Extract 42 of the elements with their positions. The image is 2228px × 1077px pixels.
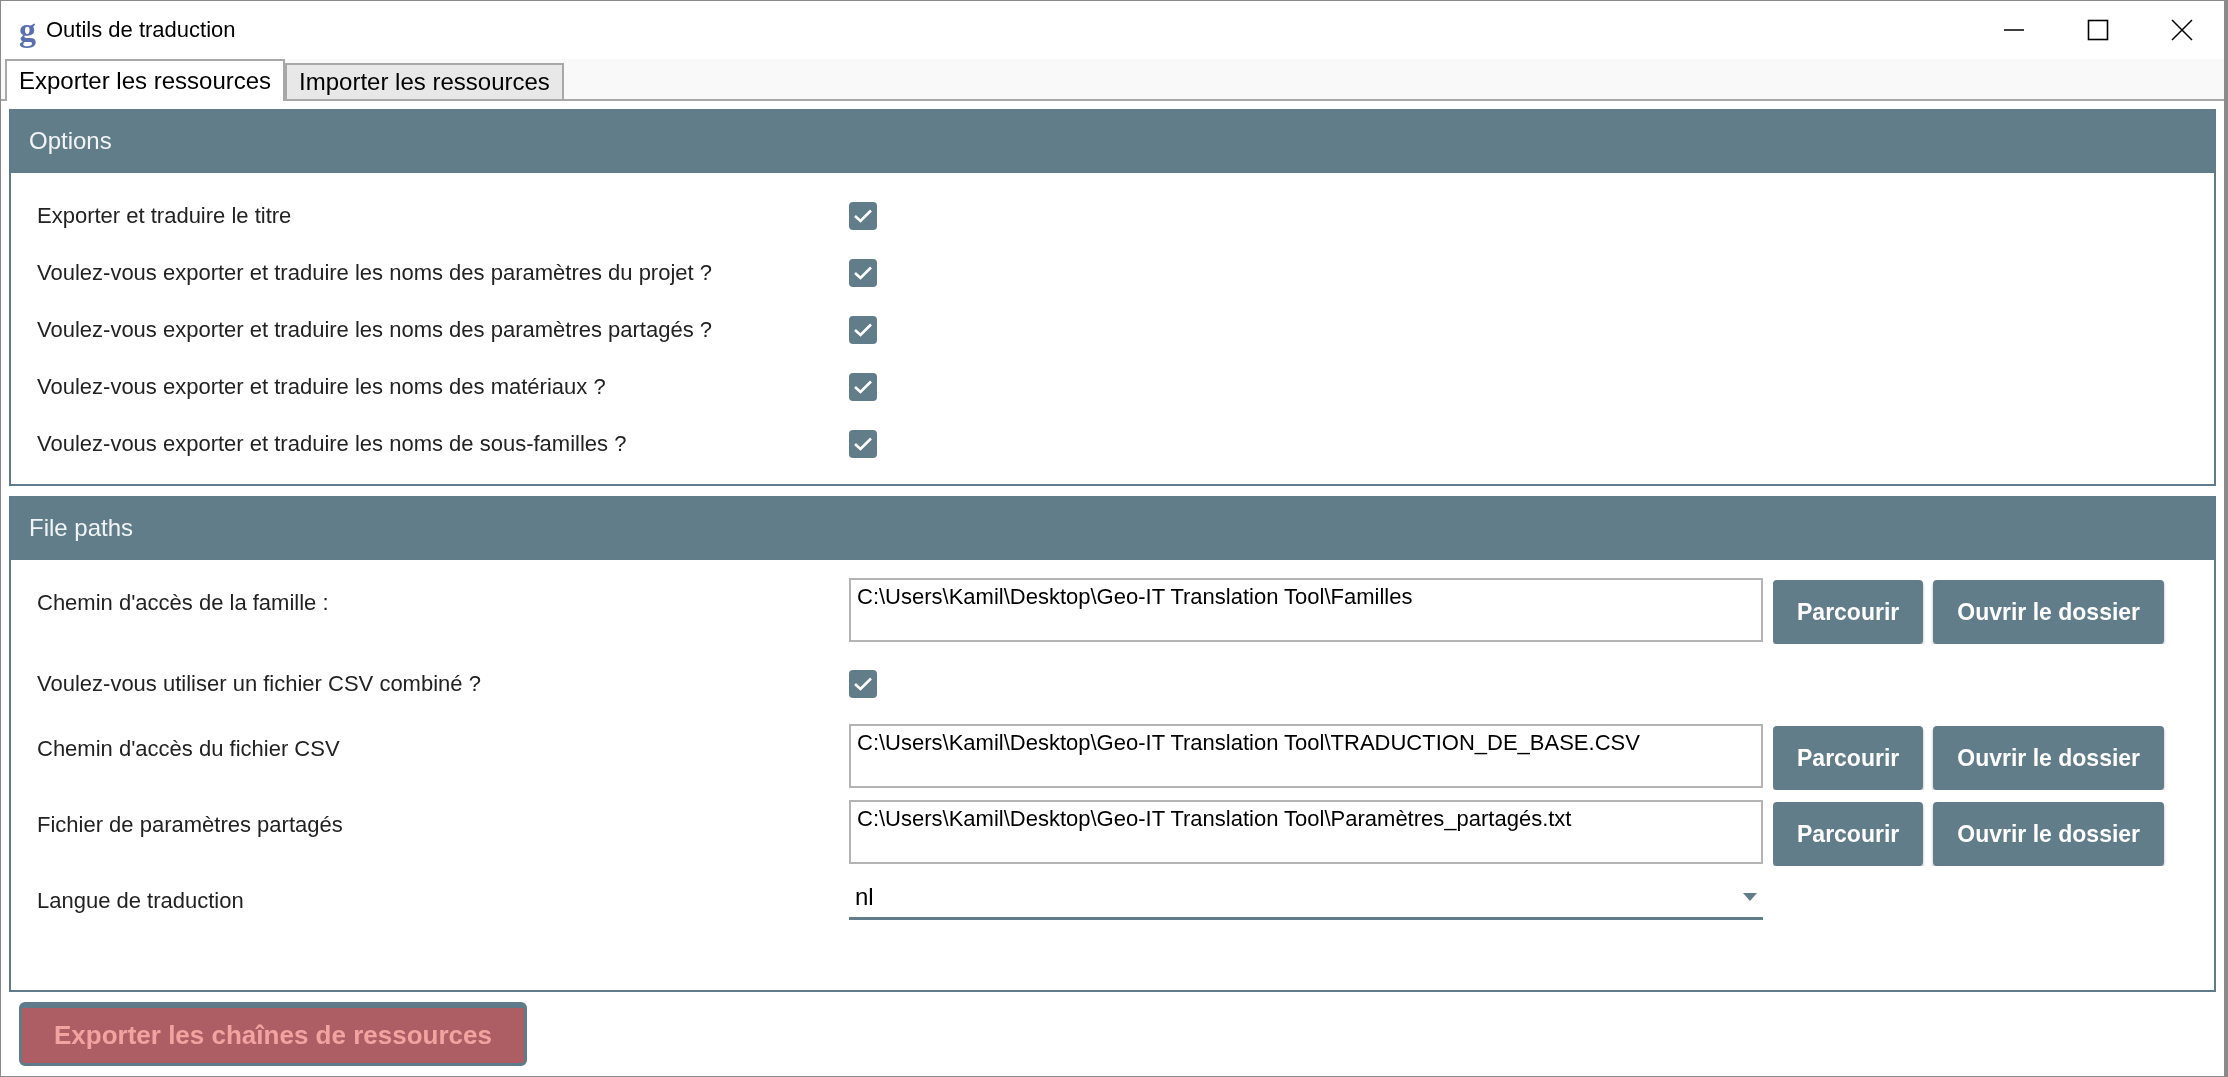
- check-icon: [853, 676, 873, 692]
- checkbox[interactable]: [849, 429, 877, 458]
- option-label: Voulez-vous exporter et traduire les noms des paramètres du projet ?: [37, 259, 714, 286]
- app-logo: g: [19, 13, 36, 47]
- dropdown-caret-icon: [1743, 892, 1757, 901]
- check-icon: [853, 207, 873, 224]
- action-button[interactable]: Ouvrir le dossier: [1933, 802, 2165, 866]
- tab[interactable]: Importer les ressources: [285, 63, 564, 99]
- path-field[interactable]: C:\Users\Kamil\Desktop\Geo-IT Translation Tool\TRADUCTION_DE_BASE.CSV: [849, 724, 1763, 788]
- section-header: Options: [11, 109, 2214, 173]
- option-label: Voulez-vous exporter et traduire les noms de sous-familles ?: [37, 430, 628, 457]
- option-label: Voulez-vous utiliser un fichier CSV combiné ?: [37, 671, 482, 697]
- option-label: Voulez-vous exporter et traduire les noms des paramètres partagés ?: [37, 316, 714, 343]
- check-icon: [853, 321, 873, 338]
- action-button[interactable]: Parcourir: [1773, 580, 1924, 644]
- path-field[interactable]: C:\Users\Kamil\Desktop\Geo-IT Translation Tool\Paramètres_partagés.txt: [849, 800, 1763, 864]
- option-label: Voulez-vous exporter et traduire les noms des matériaux ?: [37, 373, 607, 400]
- window-title: Outils de traduction: [46, 17, 237, 43]
- action-button[interactable]: Ouvrir le dossier: [1933, 726, 2165, 790]
- checkbox[interactable]: [849, 670, 877, 698]
- check-icon: [853, 378, 873, 395]
- checkbox[interactable]: [849, 201, 877, 230]
- action-button[interactable]: Parcourir: [1773, 726, 1924, 790]
- field-label: Fichier de paramètres partagés: [37, 811, 344, 838]
- action-button[interactable]: Ouvrir le dossier: [1933, 580, 2165, 644]
- language-dropdown[interactable]: nl: [849, 876, 1763, 920]
- checkbox[interactable]: [849, 258, 877, 287]
- close-icon: [2171, 19, 2193, 41]
- field-label: Chemin d'accès de la famille :: [37, 589, 330, 616]
- field-label: Langue de traduction: [37, 887, 245, 914]
- option-label: Exporter et traduire le titre: [37, 202, 293, 229]
- field-label: Chemin d'accès du fichier CSV: [37, 735, 341, 762]
- minimize-icon: [2003, 29, 2025, 31]
- section-header: File paths: [11, 496, 2214, 560]
- tab[interactable]: Exporter les ressources: [5, 59, 286, 101]
- check-icon: [853, 264, 873, 281]
- checkbox[interactable]: [849, 315, 877, 344]
- checkbox[interactable]: [849, 372, 877, 401]
- path-field[interactable]: C:\Users\Kamil\Desktop\Geo-IT Translation Tool\Familles: [849, 578, 1763, 642]
- check-icon: [853, 435, 873, 452]
- action-button[interactable]: Parcourir: [1773, 802, 1924, 866]
- maximize-icon: [2087, 19, 2109, 41]
